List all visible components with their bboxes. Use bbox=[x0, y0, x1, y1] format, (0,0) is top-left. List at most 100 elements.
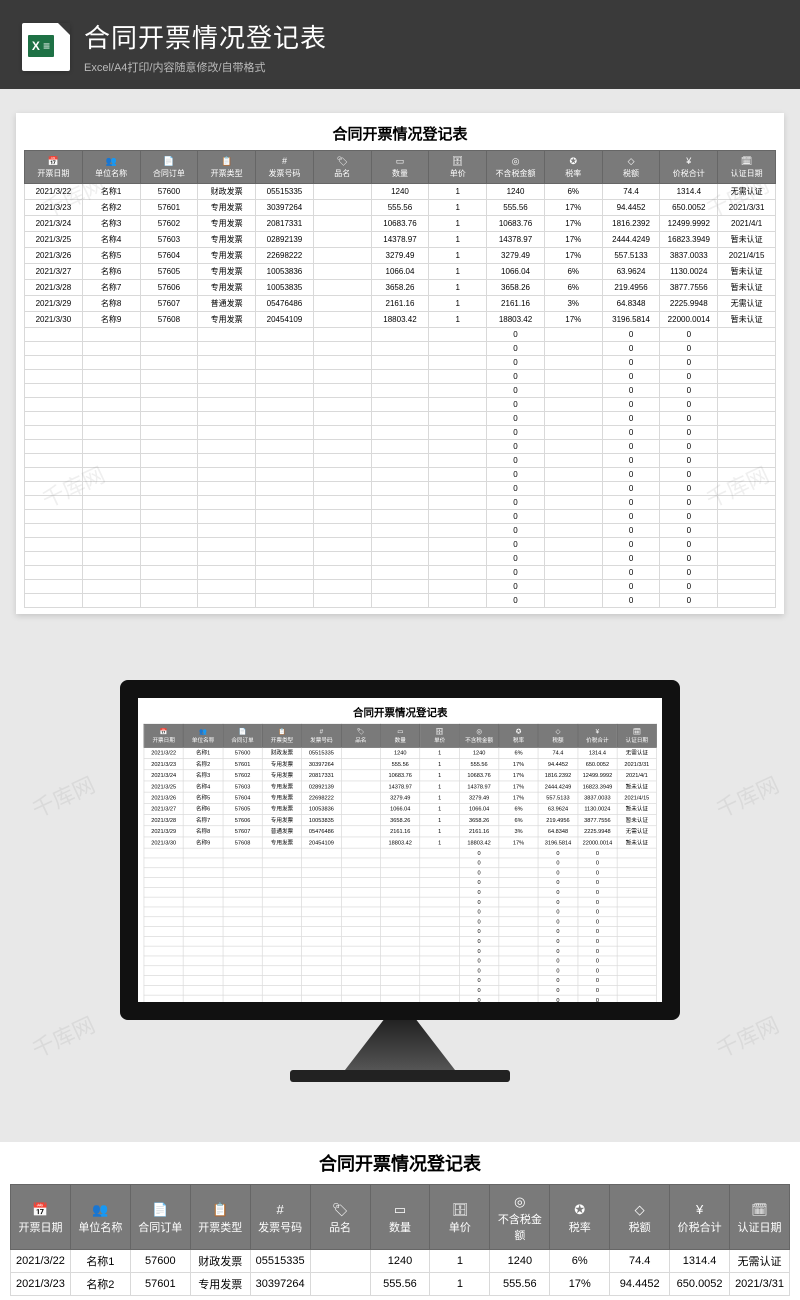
table-cell: 2021/3/26 bbox=[144, 792, 183, 803]
table-cell: 无需认证 bbox=[730, 1250, 790, 1273]
table-cell bbox=[140, 328, 198, 342]
table-cell: 22698222 bbox=[256, 248, 314, 264]
table-cell bbox=[341, 837, 380, 848]
table-cell bbox=[341, 1005, 380, 1015]
table-cell bbox=[198, 482, 256, 496]
table-cell bbox=[371, 580, 429, 594]
table-row: 2021/3/24名称357602专用发票2081733110683.76110… bbox=[25, 216, 776, 232]
table-cell: 02892139 bbox=[302, 781, 341, 792]
header-label: 开票日期 bbox=[152, 737, 174, 743]
table-cell bbox=[82, 426, 140, 440]
table-cell bbox=[262, 956, 301, 966]
table-cell bbox=[302, 878, 341, 888]
table-cell: 2021/3/31 bbox=[718, 200, 776, 216]
table-cell: 2161.16 bbox=[381, 826, 420, 837]
table-cell: 2161.16 bbox=[371, 296, 429, 312]
header-icon: 👥 bbox=[73, 1203, 128, 1216]
table-cell bbox=[429, 412, 487, 426]
column-header: ▭数量 bbox=[370, 1185, 430, 1250]
table-cell: 暂未认证 bbox=[617, 815, 656, 826]
table-cell: 17% bbox=[499, 837, 538, 848]
header-icon: 👥 bbox=[85, 157, 138, 166]
table-row: 2021/3/24名称357602专用发票2081733110683.76110… bbox=[144, 770, 657, 781]
table-cell bbox=[341, 976, 380, 986]
table-cell: 10053836 bbox=[302, 803, 341, 814]
table-cell: 无需认证 bbox=[617, 747, 656, 758]
table-cell: 名称2 bbox=[183, 759, 222, 770]
table-row-empty: 000 bbox=[25, 496, 776, 510]
table-cell: 0 bbox=[487, 496, 545, 510]
header-icon: 🏷 bbox=[316, 157, 369, 166]
header-icon: 📋 bbox=[200, 157, 253, 166]
header-icon: ¥ bbox=[662, 157, 715, 166]
table-cell: 74.4 bbox=[538, 747, 577, 758]
table-cell bbox=[25, 454, 83, 468]
table-cell: 3196.5814 bbox=[602, 312, 660, 328]
table-cell bbox=[313, 482, 371, 496]
table-row-empty: 000 bbox=[25, 342, 776, 356]
table-cell: 20817331 bbox=[256, 216, 314, 232]
table-cell bbox=[544, 370, 602, 384]
table-cell bbox=[144, 917, 183, 927]
column-header: 🗄单价 bbox=[430, 1185, 490, 1250]
table-cell: 10053835 bbox=[302, 815, 341, 826]
column-header: ◇税额 bbox=[602, 151, 660, 184]
table-cell: 专用发票 bbox=[262, 803, 301, 814]
table-cell bbox=[313, 370, 371, 384]
table-cell: 暂未认证 bbox=[718, 312, 776, 328]
table-cell bbox=[718, 440, 776, 454]
table-cell: 普通发票 bbox=[198, 296, 256, 312]
table-cell: 555.56 bbox=[370, 1273, 430, 1296]
table-cell bbox=[82, 328, 140, 342]
table-cell bbox=[223, 946, 262, 956]
table-cell bbox=[302, 848, 341, 858]
table-cell bbox=[381, 917, 420, 927]
table-cell bbox=[429, 580, 487, 594]
table-cell bbox=[302, 1005, 341, 1015]
table-row-empty: 000 bbox=[25, 370, 776, 384]
table-cell: 0 bbox=[660, 328, 718, 342]
table-cell bbox=[341, 826, 380, 837]
table-cell bbox=[420, 917, 459, 927]
table-cell bbox=[198, 328, 256, 342]
table-cell: 57601 bbox=[223, 759, 262, 770]
table-cell bbox=[140, 370, 198, 384]
table-cell: 555.56 bbox=[459, 759, 498, 770]
header-icon: 📅 bbox=[27, 157, 80, 166]
table-cell bbox=[262, 887, 301, 897]
table-cell: 1 bbox=[429, 200, 487, 216]
table-row: 2021/3/25名称457603专用发票0289213914378.97114… bbox=[144, 781, 657, 792]
table-cell bbox=[718, 482, 776, 496]
table-cell bbox=[25, 538, 83, 552]
table-cell bbox=[341, 759, 380, 770]
table-cell: 0 bbox=[660, 482, 718, 496]
table-cell: 30397264 bbox=[250, 1273, 310, 1296]
table-cell bbox=[544, 594, 602, 608]
table-cell bbox=[617, 887, 656, 897]
table-cell: 6% bbox=[544, 280, 602, 296]
table-cell bbox=[544, 398, 602, 412]
table-cell: 10683.76 bbox=[371, 216, 429, 232]
table-cell: 3279.49 bbox=[371, 248, 429, 264]
table-cell: 1130.0024 bbox=[578, 803, 617, 814]
table-cell bbox=[381, 1015, 420, 1020]
table-row-empty: 000 bbox=[25, 384, 776, 398]
table-cell bbox=[144, 936, 183, 946]
table-row-empty: 000 bbox=[144, 907, 657, 917]
table-cell: 1 bbox=[420, 781, 459, 792]
table-cell bbox=[499, 848, 538, 858]
table-cell: 1314.4 bbox=[670, 1250, 730, 1273]
table-row: 2021/3/27名称657605专用发票100538361066.041106… bbox=[144, 803, 657, 814]
table-cell bbox=[198, 496, 256, 510]
table-cell bbox=[144, 956, 183, 966]
header-icon: 📄 bbox=[225, 729, 261, 735]
table-cell bbox=[544, 356, 602, 370]
table-cell: 名称3 bbox=[183, 770, 222, 781]
table-cell bbox=[140, 412, 198, 426]
column-header: #发票号码 bbox=[302, 724, 341, 747]
table-cell bbox=[341, 936, 380, 946]
table-cell: 02892139 bbox=[256, 232, 314, 248]
table-row-empty: 000 bbox=[25, 356, 776, 370]
table-cell bbox=[341, 770, 380, 781]
header-icon: 👥 bbox=[185, 729, 221, 735]
